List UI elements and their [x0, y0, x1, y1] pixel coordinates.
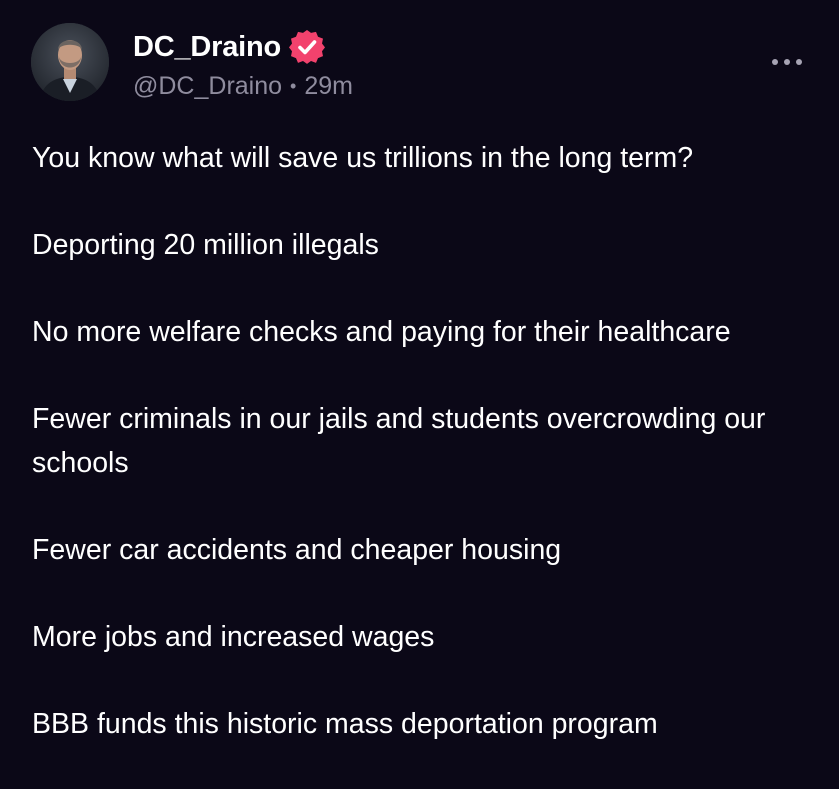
post-timestamp[interactable]: 29m: [304, 72, 353, 101]
more-horizontal-icon[interactable]: [772, 54, 802, 70]
post-paragraph: No more welfare checks and paying for th…: [32, 316, 731, 348]
avatar[interactable]: [31, 23, 109, 101]
post-body: You know what will save us trillions in …: [32, 136, 822, 789]
more-dot: [784, 59, 790, 65]
post-paragraph: Fewer car accidents and cheaper housing: [32, 534, 562, 566]
author-name-row: DC_Draino: [133, 28, 326, 66]
author-display-name[interactable]: DC_Draino: [133, 31, 281, 64]
avatar-photo-icon: [31, 23, 109, 101]
verified-badge-icon: [289, 29, 326, 65]
more-dot: [796, 59, 802, 65]
post-paragraph: More jobs and increased wages: [32, 621, 435, 653]
meta-separator: •: [290, 75, 297, 96]
author-meta-row: @DC_Draino • 29m: [133, 68, 353, 104]
post-paragraph: You know what will save us trillions in …: [32, 142, 694, 174]
author-handle[interactable]: @DC_Draino: [133, 72, 282, 101]
post-paragraph: Deporting 20 million illegals: [32, 229, 379, 261]
more-dot: [772, 59, 778, 65]
post-paragraph: BBB funds this historic mass deportation…: [32, 708, 658, 740]
post-paragraph: Fewer criminals in our jails and student…: [32, 403, 766, 479]
post-card: DC_Draino @DC_Draino • 29m You know what…: [0, 0, 839, 762]
